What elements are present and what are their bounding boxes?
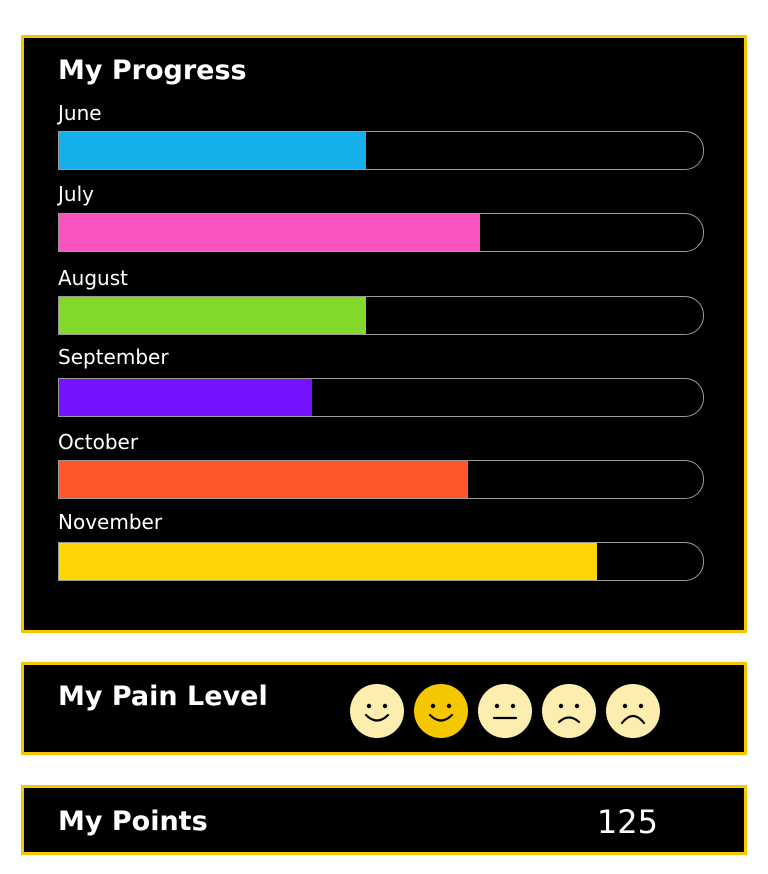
neutral-face-icon[interactable] [477, 683, 533, 739]
progress-bar-july [58, 213, 704, 252]
sad-face-icon[interactable] [541, 683, 597, 739]
month-label-june: June [58, 101, 102, 125]
points-title: My Points [58, 806, 208, 837]
progress-bar-november [58, 542, 704, 581]
progress-fill-november [59, 543, 597, 580]
progress-bar-august [58, 296, 704, 335]
points-value: 125 [596, 803, 658, 841]
pain-level-title: My Pain Level [58, 681, 268, 712]
progress-fill-october [59, 461, 468, 498]
frown-face-icon[interactable] [605, 683, 661, 739]
progress-fill-june [59, 132, 367, 169]
pain-level-scale [349, 683, 661, 741]
points-panel: My Points 125 [21, 785, 747, 855]
progress-fill-july [59, 214, 480, 251]
progress-bar-october [58, 460, 704, 499]
month-label-september: September [58, 345, 169, 369]
happy-face-icon[interactable] [349, 683, 405, 739]
progress-bar-june [58, 131, 704, 170]
month-label-july: July [58, 182, 94, 206]
month-label-august: August [58, 266, 128, 290]
progress-fill-august [59, 297, 367, 334]
progress-title: My Progress [58, 55, 247, 86]
happy-face-selected-icon[interactable] [413, 683, 469, 739]
month-label-october: October [58, 430, 139, 454]
month-label-november: November [58, 510, 163, 534]
progress-bar-september [58, 378, 704, 417]
progress-panel: My Progress June July August September O… [21, 35, 747, 633]
pain-level-panel: My Pain Level [21, 662, 747, 755]
progress-fill-september [59, 379, 313, 416]
